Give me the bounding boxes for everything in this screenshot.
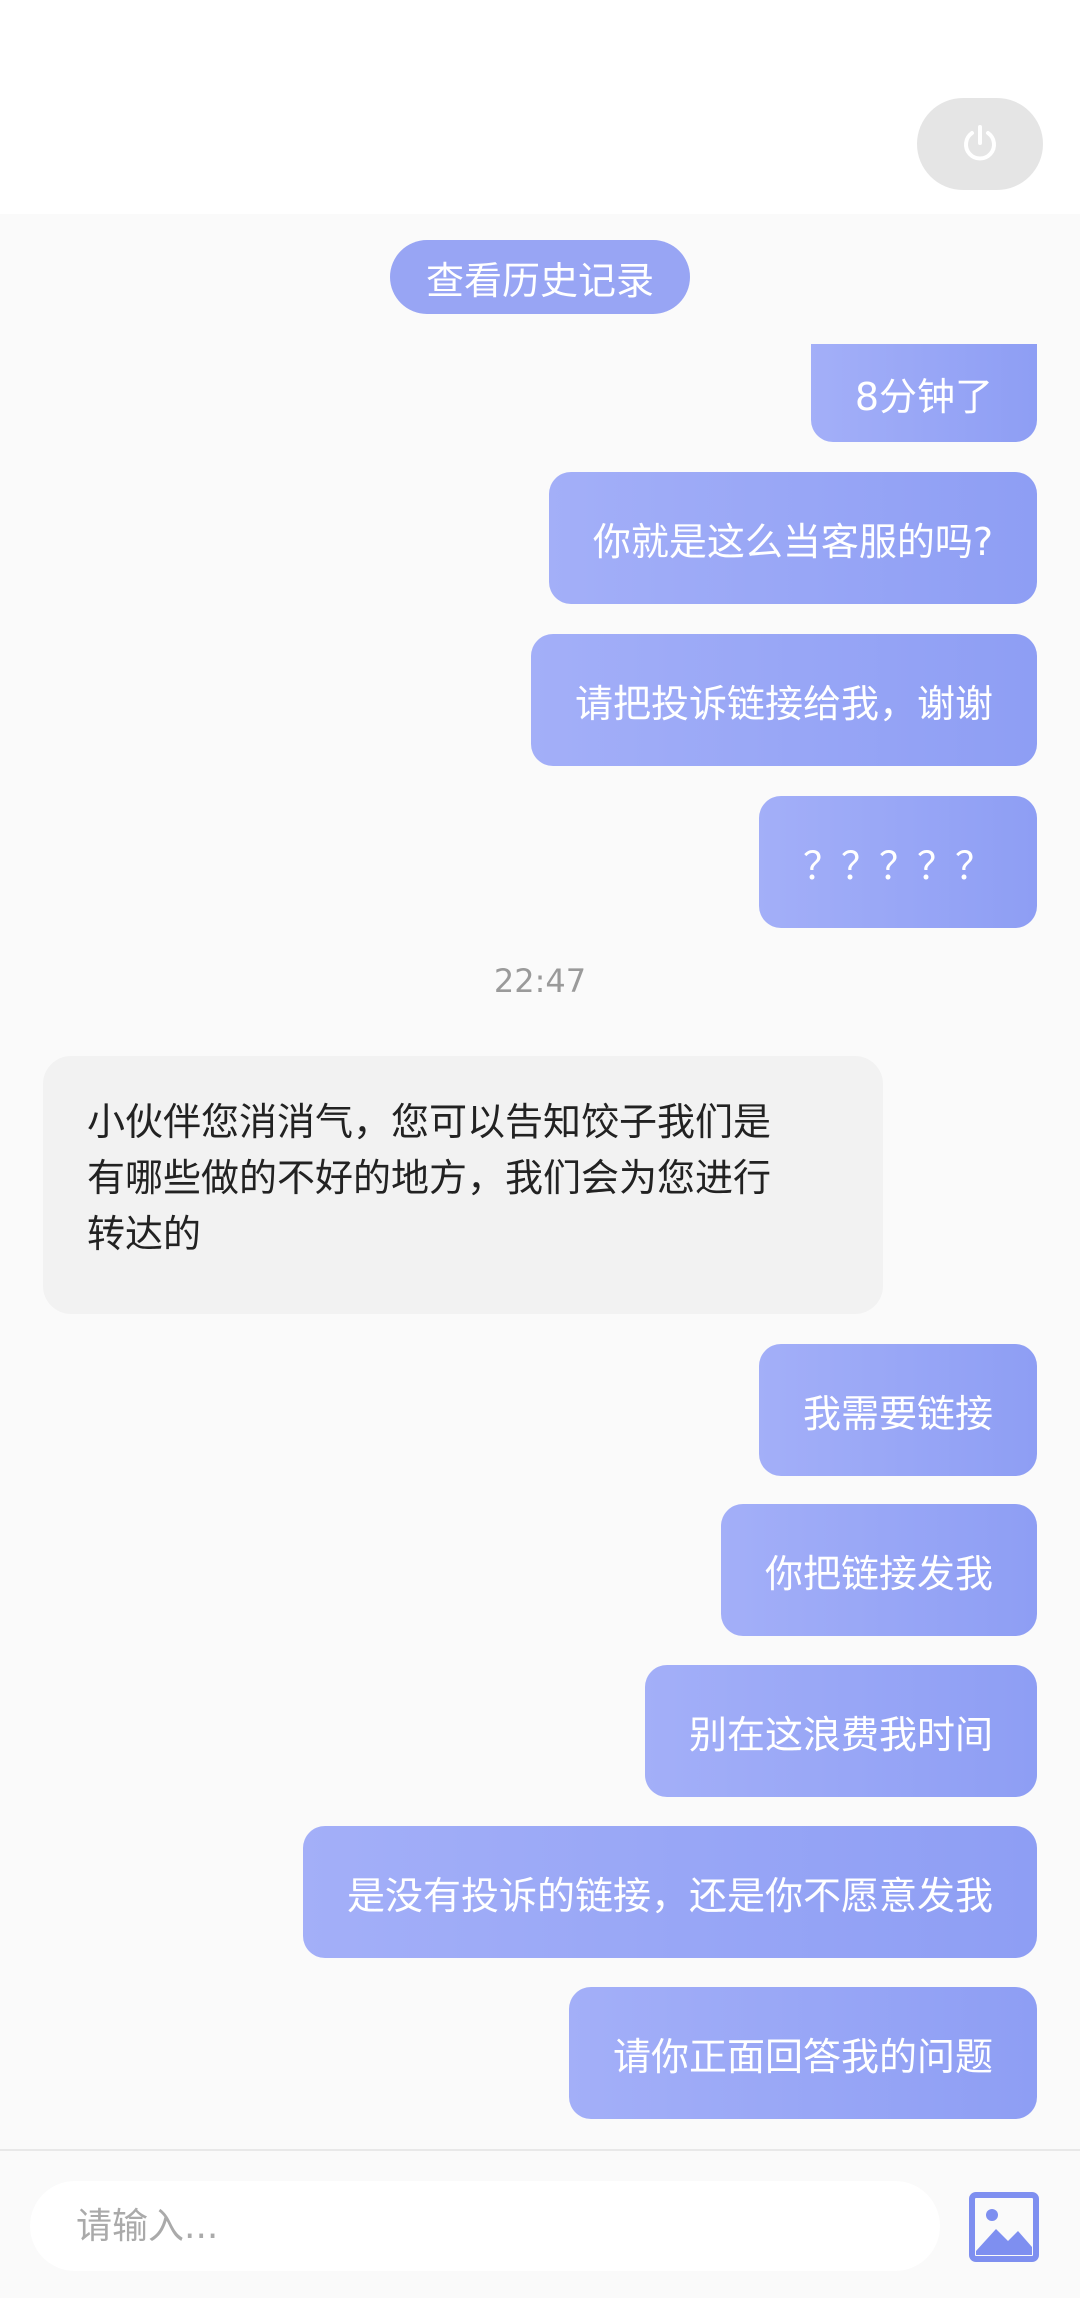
message-bubble-outgoing: 你把链接发我	[720, 1504, 1037, 1636]
input-bar	[0, 2149, 1080, 2298]
message-bubble-outgoing: 我需要链接	[758, 1344, 1037, 1476]
message-text: 你把链接发我	[764, 1551, 993, 1596]
message-timestamp: 22:47	[493, 962, 587, 1000]
image-button[interactable]	[968, 2191, 1040, 2263]
message-text-line: 转达的	[87, 1212, 202, 1256]
message-text: 别在这浪费我时间	[688, 1712, 993, 1757]
message-bubble-outgoing: 8分钟了	[810, 344, 1037, 442]
message-text: ？？？？？	[802, 843, 993, 888]
image-icon	[969, 2192, 1039, 2262]
message-bubble-outgoing: 请你正面回答我的问题	[568, 1987, 1037, 2119]
view-history-button[interactable]: 查看历史记录	[390, 240, 690, 314]
message-bubble-outgoing: 是没有投诉的链接，还是你不愿意发我	[302, 1826, 1037, 1958]
message-text: 请把投诉链接给我，谢谢	[574, 681, 993, 726]
message-bubble-outgoing: ？？？？？	[758, 796, 1037, 928]
message-bubble-outgoing: 你就是这么当客服的吗?	[548, 472, 1037, 604]
power-button[interactable]	[917, 98, 1043, 190]
message-input[interactable]	[30, 2181, 940, 2271]
message-text: 请你正面回答我的问题	[612, 2034, 993, 2079]
message-bubble-outgoing: 别在这浪费我时间	[644, 1665, 1037, 1797]
chat-area[interactable]: 查看历史记录 8分钟了 你就是这么当客服的吗? 请把投诉链接给我，谢谢 ？？？？…	[0, 214, 1080, 2149]
message-text: 我需要链接	[802, 1391, 993, 1436]
message-text: 8分钟了	[854, 374, 993, 419]
power-icon	[964, 125, 996, 161]
message-text-line: 小伙伴您消消气，您可以告知饺子我们是	[87, 1100, 772, 1144]
message-bubble-incoming: 小伙伴您消消气，您可以告知饺子我们是 有哪些做的不好的地方，我们会为您进行 转达…	[43, 1056, 883, 1314]
top-bar	[0, 0, 1080, 214]
message-bubble-outgoing: 请把投诉链接给我，谢谢	[530, 634, 1037, 766]
message-text: 你就是这么当客服的吗?	[592, 519, 993, 564]
message-text: 是没有投诉的链接，还是你不愿意发我	[346, 1873, 993, 1918]
message-text-line: 有哪些做的不好的地方，我们会为您进行	[87, 1156, 772, 1200]
